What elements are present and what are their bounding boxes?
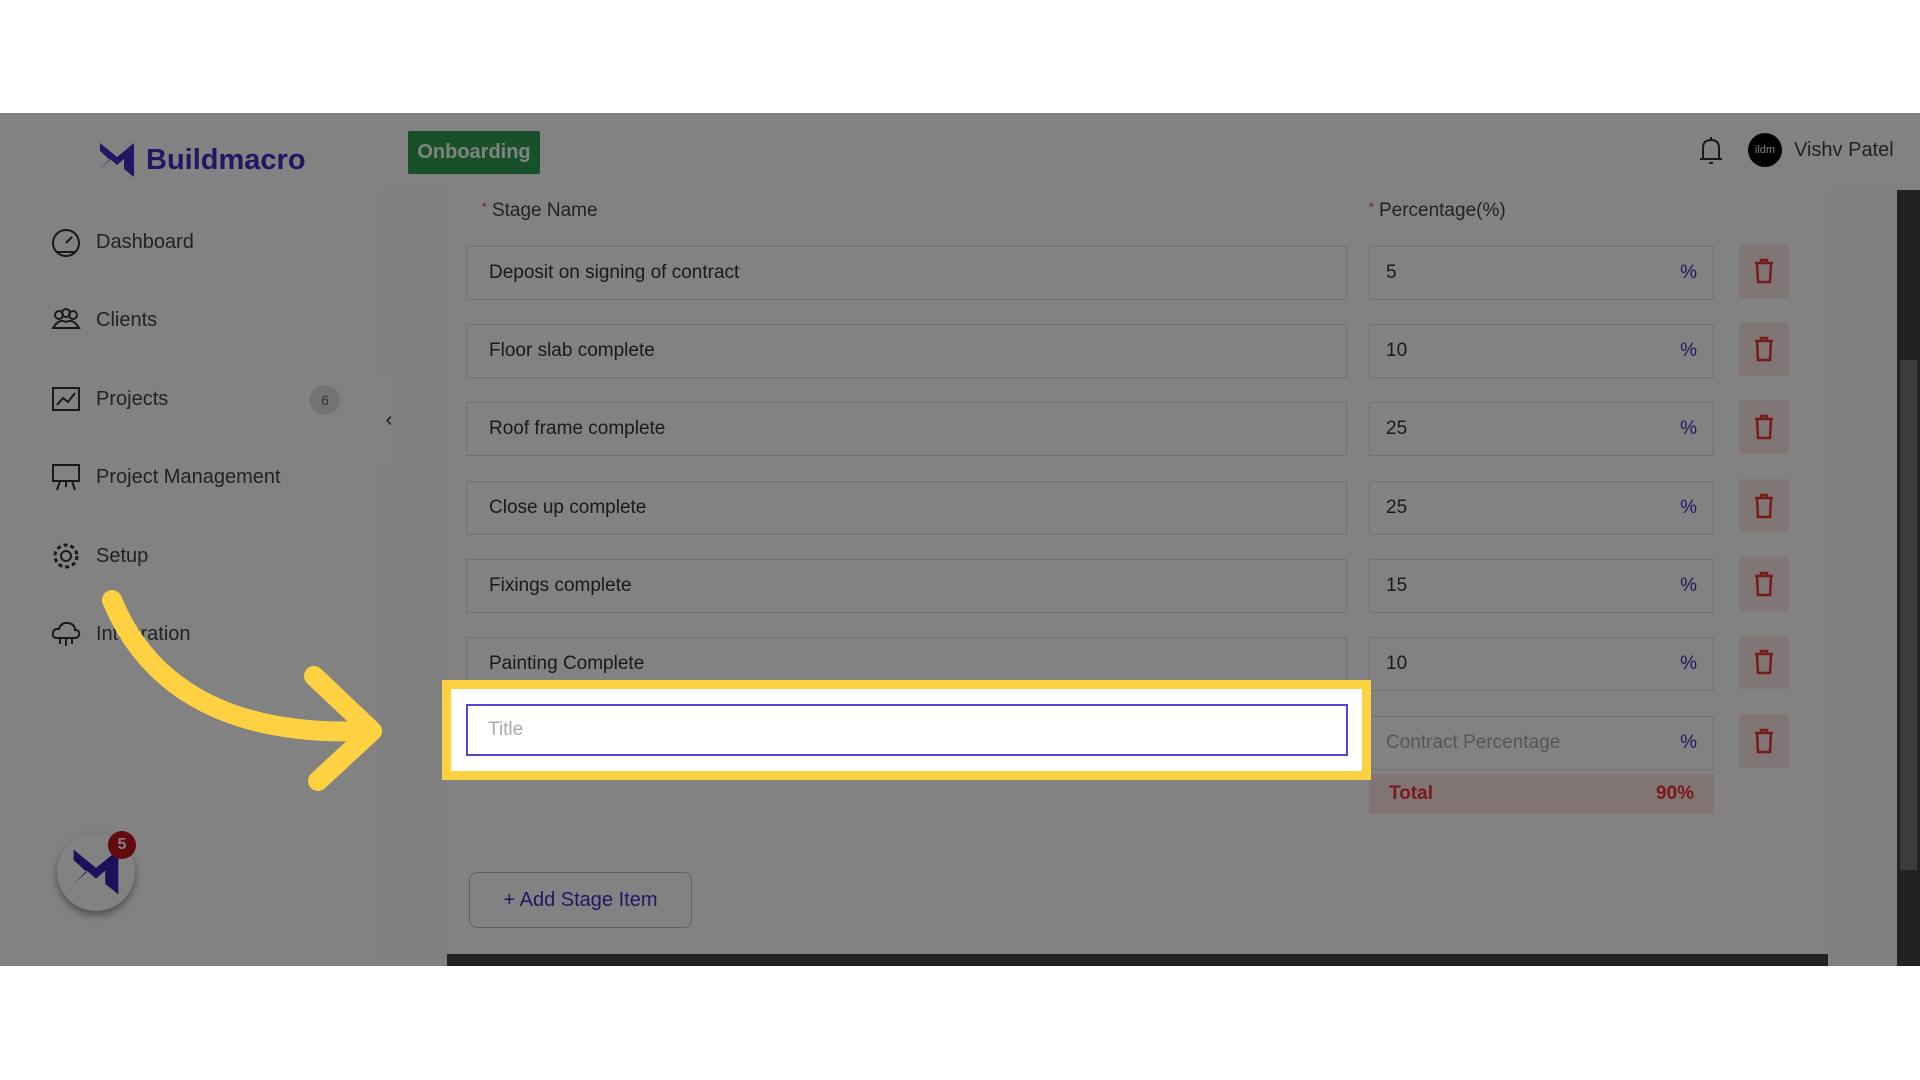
- stage-title-input[interactable]: [466, 704, 1348, 756]
- dim-overlay: [0, 113, 1920, 966]
